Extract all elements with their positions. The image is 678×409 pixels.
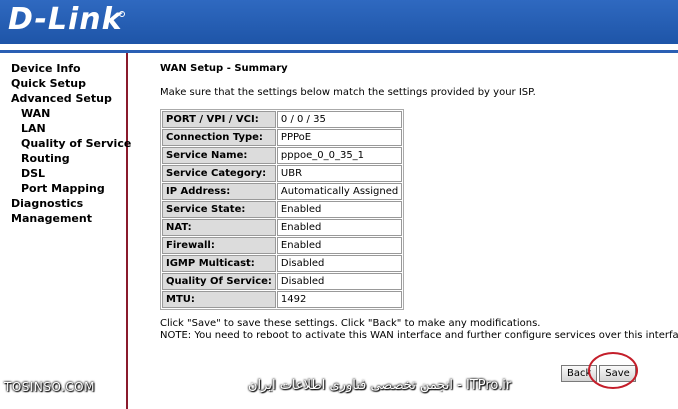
sidebar: Device Info Quick Setup Advanced Setup W… — [0, 53, 131, 409]
row-value: 1492 — [276, 291, 403, 308]
row-key: MTU: — [162, 291, 276, 308]
sidebar-item-quick-setup[interactable]: Quick Setup — [0, 76, 126, 91]
sidebar-menu: Device Info Quick Setup Advanced Setup W… — [0, 53, 131, 226]
table-row: Service Category: UBR — [162, 165, 403, 182]
row-value: Disabled — [276, 255, 403, 272]
table-row: Service State: Enabled — [162, 201, 403, 218]
header-banner: D-Link — [0, 0, 678, 44]
page-title: WAN Setup - Summary — [160, 63, 288, 74]
reboot-note: NOTE: You need to reboot to activate thi… — [160, 330, 678, 341]
row-value: Enabled — [276, 237, 403, 254]
registered-mark-icon — [119, 11, 125, 17]
action-buttons: Back Save — [561, 361, 638, 382]
row-value: Enabled — [276, 201, 403, 218]
row-key: Connection Type: — [162, 129, 276, 146]
row-key: PORT / VPI / VCI: — [162, 111, 276, 128]
table-row: Connection Type: PPPoE — [162, 129, 403, 146]
save-instructions: Click "Save" to save these settings. Cli… — [160, 318, 541, 329]
row-value: Disabled — [276, 273, 403, 290]
row-key: IP Address: — [162, 183, 276, 200]
row-key: Service Name: — [162, 147, 276, 164]
row-value: Automatically Assigned — [276, 183, 403, 200]
sidebar-item-management[interactable]: Management — [0, 211, 126, 226]
main-content: WAN Setup - Summary Make sure that the s… — [160, 62, 678, 342]
row-key: Service State: — [162, 201, 276, 218]
sidebar-item-quality-of-service[interactable]: Quality of Service — [0, 136, 131, 151]
sidebar-item-diagnostics[interactable]: Diagnostics — [0, 196, 126, 211]
header-stripe — [0, 44, 678, 53]
row-value: PPPoE — [276, 129, 403, 146]
sidebar-item-routing[interactable]: Routing — [0, 151, 126, 166]
sidebar-item-port-mapping[interactable]: Port Mapping — [0, 181, 126, 196]
notes-block: Click "Save" to save these settings. Cli… — [160, 318, 678, 342]
sidebar-item-wan[interactable]: WAN — [0, 106, 126, 121]
watermark-itpro: ITPro.ir - انجمن تخصصی فناوری اطلاعات ای… — [248, 378, 512, 393]
table-row: Quality Of Service: Disabled — [162, 273, 403, 290]
row-value: Enabled — [276, 219, 403, 236]
sidebar-item-device-info[interactable]: Device Info — [0, 61, 126, 76]
back-button[interactable]: Back — [561, 365, 598, 382]
table-row: Firewall: Enabled — [162, 237, 403, 254]
save-button[interactable]: Save — [599, 365, 636, 382]
table-row: PORT / VPI / VCI: 0 / 0 / 35 — [162, 111, 403, 128]
row-value: pppoe_0_0_35_1 — [276, 147, 403, 164]
watermark-tosinso: TOSINSO.COM — [4, 380, 95, 394]
intro-text: Make sure that the settings below match … — [160, 87, 536, 98]
row-value: 0 / 0 / 35 — [276, 111, 403, 128]
row-value: UBR — [276, 165, 403, 182]
table-row: IP Address: Automatically Assigned — [162, 183, 403, 200]
table-row: IGMP Multicast: Disabled — [162, 255, 403, 272]
table-row: MTU: 1492 — [162, 291, 403, 308]
summary-table: PORT / VPI / VCI: 0 / 0 / 35 Connection … — [160, 109, 405, 310]
row-key: Quality Of Service: — [162, 273, 276, 290]
sidebar-item-lan[interactable]: LAN — [0, 121, 126, 136]
sidebar-item-dsl[interactable]: DSL — [0, 166, 126, 181]
table-row: NAT: Enabled — [162, 219, 403, 236]
row-key: Service Category: — [162, 165, 276, 182]
sidebar-item-advanced-setup[interactable]: Advanced Setup — [0, 91, 126, 106]
row-key: NAT: — [162, 219, 276, 236]
table-row: Service Name: pppoe_0_0_35_1 — [162, 147, 403, 164]
row-key: IGMP Multicast: — [162, 255, 276, 272]
row-key: Firewall: — [162, 237, 276, 254]
dlink-logo: D-Link — [8, 2, 123, 37]
